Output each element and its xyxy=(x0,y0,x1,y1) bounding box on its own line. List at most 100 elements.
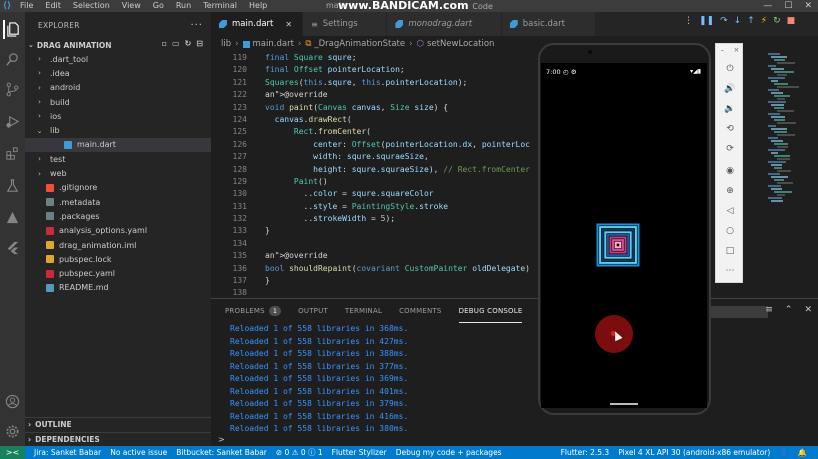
workspace-section-header[interactable]: ⌄ DRAG ANIMATION ▫ ▭ ↻ ⊟ xyxy=(25,38,211,52)
tree-item-folder[interactable]: › android xyxy=(25,81,211,95)
step-out-icon[interactable]: ↑ xyxy=(747,16,755,26)
home-icon[interactable]: ○ xyxy=(722,224,738,238)
emulator-screen[interactable]: 7:00 ◴ ⚙ ▾◢▮ xyxy=(541,63,707,408)
explorer-icon[interactable] xyxy=(3,20,22,39)
settings-gear-icon[interactable] xyxy=(3,422,22,441)
account-icon[interactable] xyxy=(3,392,22,411)
problems-status[interactable]: ⊘ 0 ⚠ 0 ⓘ 1 xyxy=(276,447,323,458)
more-options-icon[interactable]: ⋯ xyxy=(722,264,738,278)
tab-problems[interactable]: PROBLEMS 1 xyxy=(225,299,282,323)
menu-selection[interactable]: Selection xyxy=(67,0,116,12)
stop-icon[interactable]: ■ xyxy=(787,16,796,26)
bitbucket-status[interactable]: Bitbucket: Sanket Babar xyxy=(176,448,267,457)
minimize-button[interactable]: — xyxy=(763,0,772,12)
back-icon[interactable]: ◁ xyxy=(722,204,738,218)
tree-item-md[interactable]: README.md xyxy=(25,281,211,295)
screenshot-camera-icon[interactable]: ◉ xyxy=(722,164,738,178)
tree-item-yaml[interactable]: analysis_options.yaml xyxy=(25,224,211,238)
pause-icon[interactable]: ❚❚ xyxy=(699,16,714,26)
jira-issue-status[interactable]: No active issue xyxy=(110,448,167,457)
close-emulator-icon[interactable]: × xyxy=(733,46,739,54)
breadcrumb-class[interactable]: _DragAnimationState xyxy=(314,39,405,49)
tab-settings[interactable]: ≡ Settings ✕ xyxy=(303,12,388,36)
overview-icon[interactable]: □ xyxy=(722,244,738,258)
tab-comments[interactable]: COMMENTS xyxy=(399,299,441,323)
collapse-all-icon[interactable]: ⊟ xyxy=(196,39,203,48)
console-filter-input[interactable] xyxy=(710,306,768,318)
minimap[interactable] xyxy=(764,52,818,298)
restart-icon[interactable]: ↻ xyxy=(773,16,781,26)
menu-file[interactable]: File xyxy=(14,0,39,12)
hot-reload-icon[interactable]: ⚡ xyxy=(761,16,767,26)
drag-handle-icon[interactable]: ⋮ xyxy=(684,16,693,26)
tree-item-yaml[interactable]: pubspec.yaml xyxy=(25,266,211,280)
step-over-icon[interactable]: ↷ xyxy=(720,16,728,26)
menu-go[interactable]: Go xyxy=(147,0,170,12)
atlassian-icon[interactable] xyxy=(3,208,22,227)
power-icon[interactable]: ⏻ xyxy=(722,62,738,76)
tree-item-folder[interactable]: › .idea xyxy=(25,66,211,80)
run-debug-icon[interactable] xyxy=(3,112,22,131)
zoom-icon[interactable]: ⊕ xyxy=(722,184,738,198)
outline-section[interactable]: › OUTLINE xyxy=(25,417,211,431)
menu-run[interactable]: Run xyxy=(170,0,197,12)
tree-item-iml[interactable]: drag_animation.iml xyxy=(25,238,211,252)
rotate-left-icon[interactable]: ⟲ xyxy=(722,122,738,136)
volume-down-icon[interactable]: 🔉 xyxy=(722,102,738,116)
minimize-emulator-icon[interactable]: – xyxy=(721,46,725,54)
volume-up-icon[interactable]: 🔊 xyxy=(722,82,738,96)
breadcrumb-method[interactable]: setNewLocation xyxy=(427,39,494,49)
console-prompt[interactable]: > xyxy=(218,435,225,444)
menu-edit[interactable]: Edit xyxy=(39,0,67,12)
home-gesture-bar[interactable] xyxy=(610,403,638,405)
step-into-icon[interactable]: ↓ xyxy=(734,16,742,26)
breadcrumb-file[interactable]: main.dart xyxy=(253,39,294,49)
menu-help[interactable]: Help xyxy=(243,0,273,12)
maximize-panel-icon[interactable]: ⌃ xyxy=(785,305,793,315)
maximize-button[interactable]: ☐ xyxy=(784,0,792,12)
dependencies-section[interactable]: › DEPENDENCIES xyxy=(25,432,211,446)
new-file-icon[interactable]: ▫ xyxy=(162,39,167,48)
tree-item-folder[interactable]: › build xyxy=(25,95,211,109)
tab-main-dart[interactable]: main.dart ✕ xyxy=(211,12,304,36)
tab-monodrag-dart[interactable]: monodrag.dart ✕ xyxy=(387,12,502,36)
device-status[interactable]: Pixel 4 XL API 30 (android-x86 emulator) xyxy=(618,448,770,457)
jira-status[interactable]: Jira: Sanket Babar xyxy=(34,448,101,457)
flutter-stylizer-status[interactable]: Flutter Stylizer xyxy=(332,448,387,457)
tree-item-folder[interactable]: › ios xyxy=(25,109,211,123)
tree-item-lock[interactable]: pubspec.lock xyxy=(25,252,211,266)
rotate-right-icon[interactable]: ⟳ xyxy=(722,142,738,156)
tree-item-folder[interactable]: › .dart_tool xyxy=(25,52,211,66)
more-actions-icon[interactable]: ··· xyxy=(190,20,203,31)
flutter-version-status[interactable]: Flutter: 2.5.3 xyxy=(561,448,610,457)
flutter-icon[interactable] xyxy=(3,238,22,257)
tree-item-file[interactable]: .packages xyxy=(25,209,211,223)
breadcrumb-lib[interactable]: lib xyxy=(221,39,231,49)
refresh-icon[interactable]: ↻ xyxy=(185,39,192,48)
tree-item-file[interactable]: .metadata xyxy=(25,195,211,209)
tab-debug-console[interactable]: DEBUG CONSOLE xyxy=(458,299,523,323)
menu-terminal[interactable]: Terminal xyxy=(197,0,243,12)
extensions-icon[interactable] xyxy=(3,144,22,163)
tree-item-folder-open[interactable]: ⌄ lib xyxy=(25,123,211,137)
tree-item-dart[interactable]: main.dart xyxy=(25,137,211,153)
notifications-bell-icon[interactable]: 🔔 xyxy=(798,448,807,457)
tree-item-folder[interactable]: › web xyxy=(25,166,211,180)
source-control-icon[interactable] xyxy=(3,80,22,99)
tab-output[interactable]: OUTPUT xyxy=(298,299,328,323)
new-folder-icon[interactable]: ▭ xyxy=(172,39,180,48)
code-editor[interactable]: 119 final Square squre; 120 final Offset po… xyxy=(211,52,541,298)
close-window-button[interactable]: ✕ xyxy=(804,0,812,12)
testing-icon[interactable] xyxy=(3,176,22,195)
tab-terminal[interactable]: TERMINAL xyxy=(345,299,382,323)
tree-item-folder[interactable]: › test xyxy=(25,152,211,166)
search-icon[interactable] xyxy=(3,50,22,69)
close-panel-icon[interactable]: ✕ xyxy=(804,305,812,315)
close-tab-icon[interactable]: ✕ xyxy=(285,20,292,29)
remote-indicator[interactable]: >< xyxy=(0,446,25,459)
tree-item-git[interactable]: .gitignore xyxy=(25,181,211,195)
menu-view[interactable]: View xyxy=(116,0,147,12)
tab-basic-dart[interactable]: basic.dart xyxy=(501,12,596,36)
accounts-icon[interactable]: 👤 xyxy=(779,448,788,457)
clear-console-icon[interactable]: ≡ xyxy=(765,305,773,315)
